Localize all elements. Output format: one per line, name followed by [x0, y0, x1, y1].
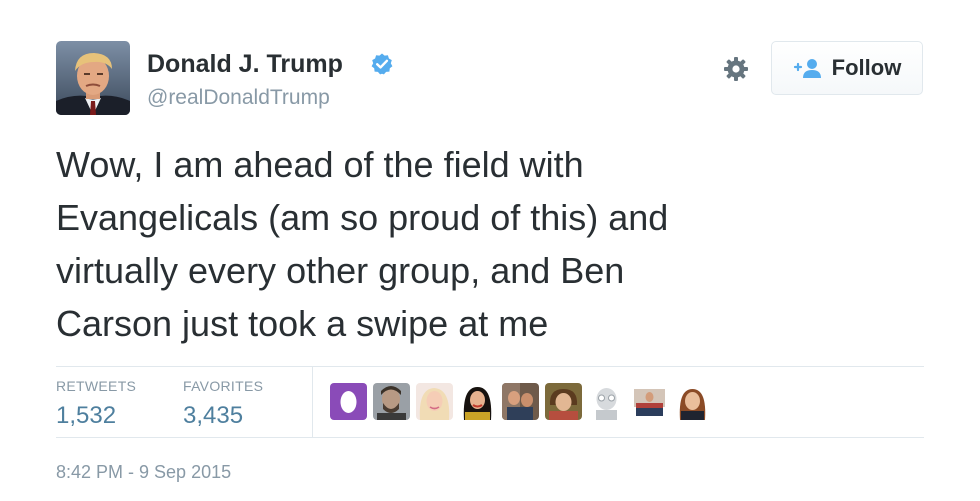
favorites-label: FAVORITES: [183, 378, 264, 394]
favoriter-avatar[interactable]: [588, 383, 625, 420]
favoriter-avatar[interactable]: [459, 383, 496, 420]
stats-divider-top: [56, 366, 924, 367]
tweet-card: Donald J. Trump @realDonaldTrump Follow …: [0, 0, 980, 501]
profile-avatar[interactable]: [56, 41, 130, 115]
profile-avatar-image: [56, 41, 130, 115]
favoriter-avatar[interactable]: [330, 383, 367, 420]
favorites-count: 3,435: [183, 402, 244, 429]
favoriters-avatar-list: [330, 383, 711, 423]
verified-badge-icon: [371, 53, 393, 75]
author-handle[interactable]: @realDonaldTrump: [147, 86, 330, 110]
favoriter-avatar[interactable]: [373, 383, 410, 420]
follow-button-label: Follow: [831, 55, 902, 80]
favoriter-avatar[interactable]: [674, 383, 711, 420]
tweet-text: Wow, I am ahead of the field with Evange…: [56, 144, 669, 344]
favorites-stat[interactable]: FAVORITES 3,435: [183, 378, 263, 430]
favoriter-avatar[interactable]: [416, 383, 453, 420]
retweets-stat[interactable]: RETWEETS 1,532: [56, 378, 136, 430]
stats-separator: [312, 366, 313, 437]
retweets-label: RETWEETS: [56, 378, 137, 394]
follow-button[interactable]: Follow: [771, 41, 923, 95]
tweet-timestamp[interactable]: 8:42 PM - 9 Sep 2015: [56, 462, 231, 483]
favoriter-avatar[interactable]: [545, 383, 582, 420]
stats-divider-bottom: [56, 437, 924, 438]
favoriter-avatar[interactable]: [502, 383, 539, 420]
gear-icon[interactable]: [723, 56, 749, 82]
add-user-icon: [793, 59, 821, 78]
retweets-count: 1,532: [56, 402, 117, 429]
author-name[interactable]: Donald J. Trump: [147, 50, 343, 79]
favoriter-avatar[interactable]: [631, 383, 668, 420]
